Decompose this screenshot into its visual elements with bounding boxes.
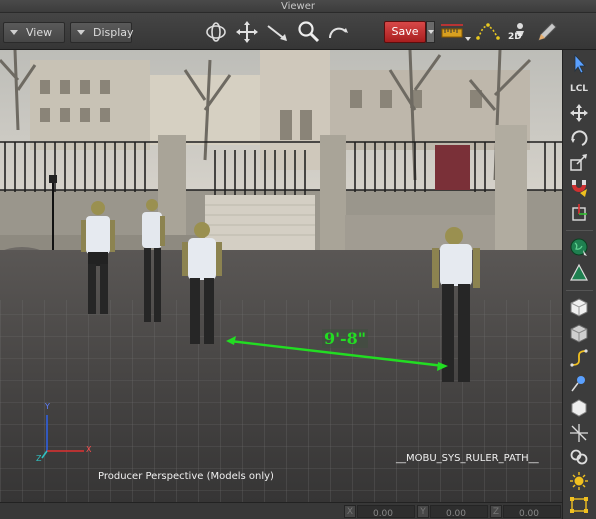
save-options-dropdown[interactable] (426, 21, 435, 43)
sun-icon[interactable] (567, 470, 591, 492)
display-menu[interactable]: Display (70, 22, 134, 43)
local-icon[interactable]: LCL (567, 78, 591, 100)
y-coord-label: Y (417, 505, 429, 518)
camera-label: Producer Perspective (Models only) (98, 471, 274, 482)
chevron-down-icon (10, 30, 18, 35)
view-menu[interactable]: View (3, 22, 65, 43)
viewer-toolbar: View Display Save 2D (0, 13, 596, 50)
ruler-triangle-icon[interactable] (567, 262, 591, 284)
z-coord-label: Z (490, 505, 502, 518)
axis-z-label: Z (36, 454, 42, 463)
scale-icon[interactable] (567, 152, 591, 174)
link-icon[interactable] (567, 446, 591, 468)
right-toolbar: LCL (562, 50, 596, 519)
move-icon[interactable] (233, 18, 261, 46)
z-coord-value: 0.00 (518, 509, 540, 519)
local-icon-label: LCL (569, 84, 589, 94)
x-coord-label: X (344, 505, 356, 518)
chevron-down-icon (77, 30, 85, 35)
cube-grey-icon[interactable] (567, 322, 591, 344)
2d-icon[interactable]: 2D (504, 18, 532, 46)
null-icon[interactable] (567, 422, 591, 444)
x-coord-value: 0.00 (372, 509, 394, 519)
globe-icon[interactable] (567, 236, 591, 258)
frame-icon[interactable] (567, 494, 591, 516)
view-menu-label: View (26, 26, 53, 39)
scene-render (0, 50, 562, 502)
window-title: Viewer (281, 1, 315, 12)
translate-icon[interactable] (567, 102, 591, 124)
ruler-icon[interactable] (438, 18, 466, 46)
2d-icon-label: 2D (508, 32, 522, 42)
magnet-icon[interactable] (567, 177, 591, 199)
select-icon[interactable] (567, 52, 591, 74)
curve-icon[interactable] (567, 347, 591, 369)
save-button[interactable]: Save (384, 21, 426, 43)
cube-white-icon[interactable] (567, 296, 591, 318)
rotate-camera-icon[interactable] (324, 18, 352, 46)
axis-y-label: Y (45, 402, 50, 411)
y-coord-value: 0.00 (445, 509, 467, 519)
toolbar-divider (566, 290, 593, 291)
ruler-path-label: __MOBU_SYS_RULER_PATH__ (396, 453, 539, 464)
toolbar-divider (566, 230, 593, 231)
zoom-icon[interactable] (294, 18, 322, 46)
z-coord-field[interactable]: 0.00 (503, 505, 561, 519)
status-bar: X 0.00 Y 0.00 Z 0.00 (0, 502, 562, 519)
y-coord-field[interactable]: 0.00 (430, 505, 488, 519)
3d-viewport[interactable]: 9'-8" Y X Z Producer Perspective (Models… (0, 50, 562, 502)
edit-icon[interactable] (533, 18, 561, 46)
viewer-titlebar: Viewer (0, 0, 596, 13)
x-coord-field[interactable]: 0.00 (357, 505, 415, 519)
rotate-icon[interactable] (567, 127, 591, 149)
path-icon[interactable] (474, 18, 502, 46)
ruler-measure-value: 9'-8" (322, 329, 369, 348)
orbit-icon[interactable] (202, 18, 230, 46)
pivot-icon[interactable] (567, 202, 591, 224)
light-icon[interactable] (567, 372, 591, 394)
axis-x-label: X (86, 445, 92, 454)
hexagon-icon[interactable] (567, 397, 591, 419)
display-menu-label: Display (93, 26, 134, 39)
select-arrow-icon[interactable] (264, 18, 292, 46)
ruler-options-dropdown[interactable] (464, 34, 472, 43)
